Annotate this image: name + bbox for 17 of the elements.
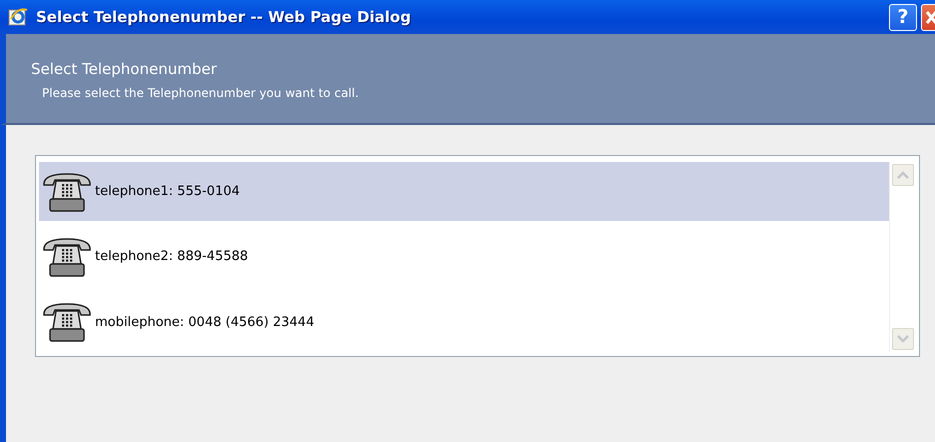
scroll-down-button[interactable] [892,328,914,350]
phone-list-item[interactable]: telephone2: 889-45588 [39,227,889,287]
telephone-icon [41,301,93,344]
scrollbar[interactable] [889,162,916,352]
chevron-down-icon [897,335,909,343]
scroll-up-button[interactable] [892,164,914,186]
telephone-icon [41,170,93,213]
browser-icon [8,7,28,27]
header-subtitle: Please select the Telephonenumber you want to call. [42,84,360,102]
header-title: Select Telephonenumber [31,59,218,80]
phone-list-item[interactable]: mobilephone: 0048 (4566) 23444 [39,292,889,352]
phone-list-item[interactable]: telephone1: 555-0104 [39,162,889,222]
close-button[interactable] [921,4,935,30]
help-button[interactable]: ? [889,4,917,30]
chevron-up-icon [897,171,909,179]
window-title: Select Telephonenumber -- Web Page Dialog [36,6,411,28]
telephone-icon [41,236,93,278]
